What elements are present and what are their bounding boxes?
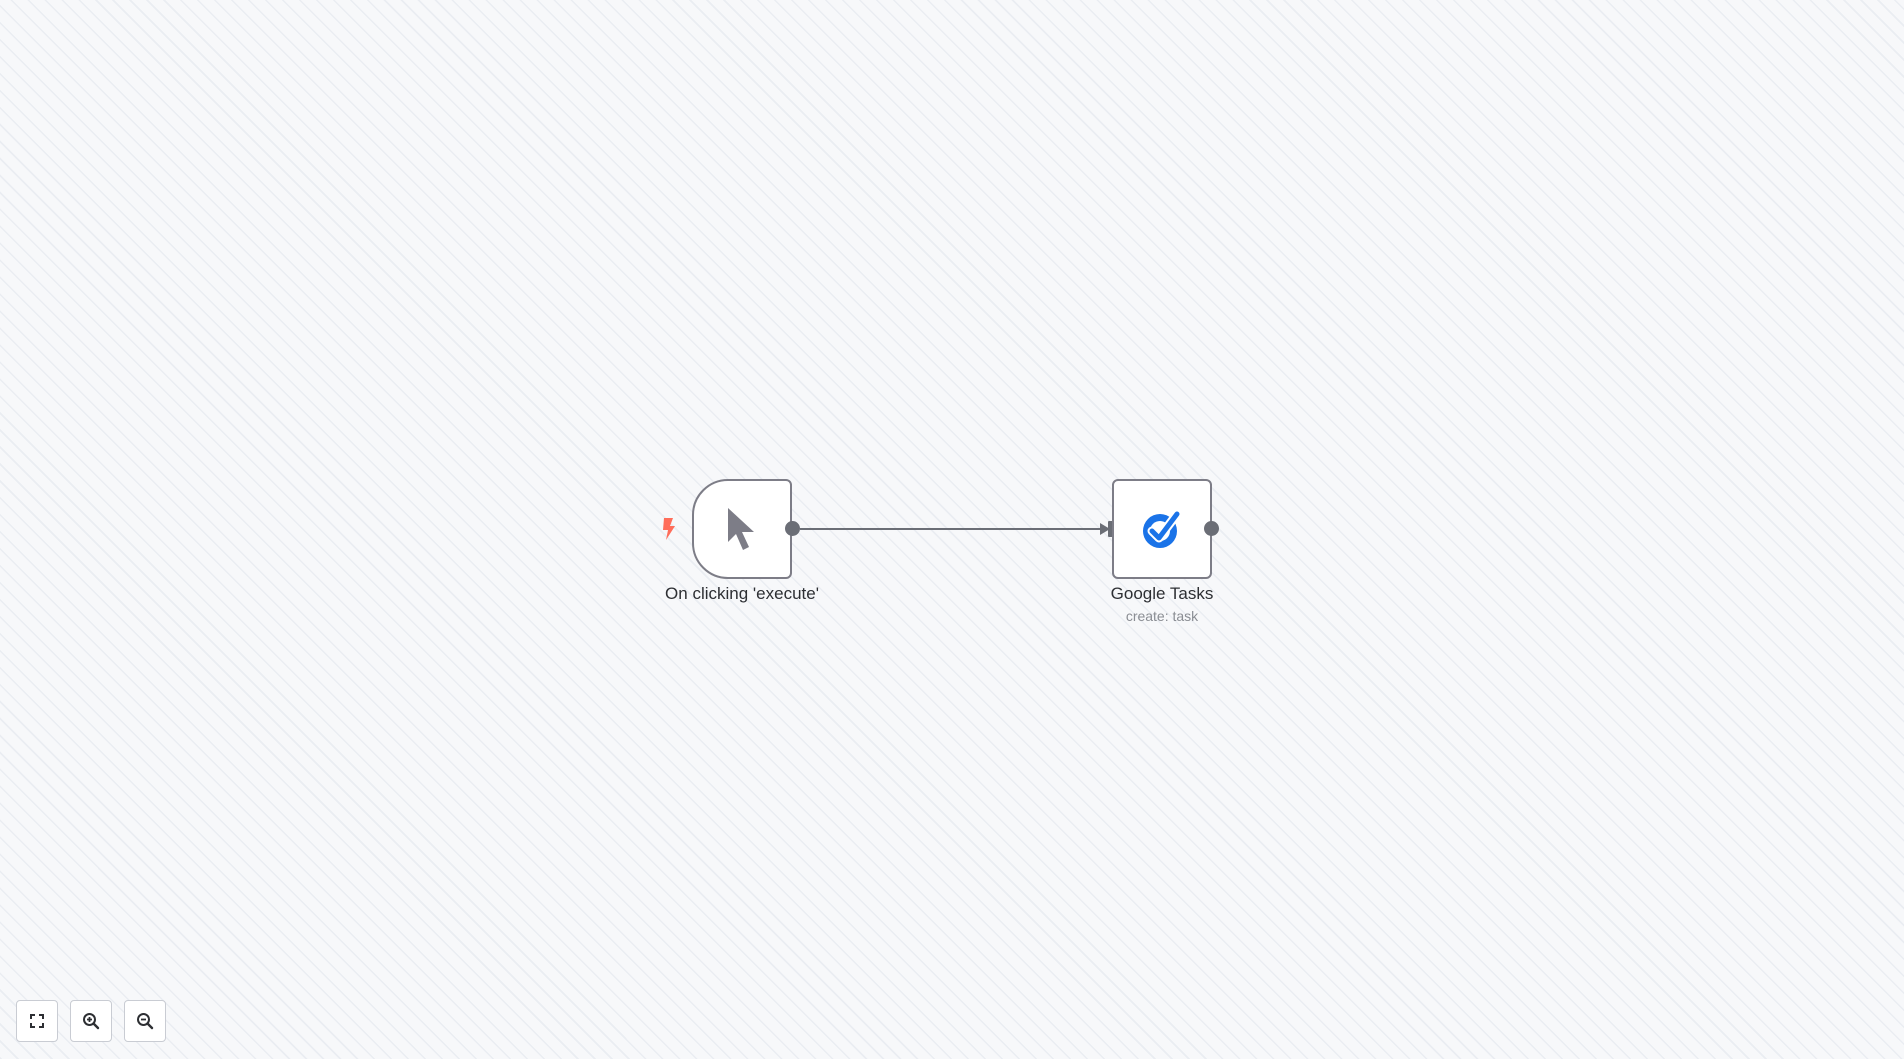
google-tasks-output-handle[interactable] [1204,521,1219,536]
node-subtitle: create: task [1125,608,1199,624]
google-tasks-icon [1143,509,1182,548]
trigger-bolt-icon [663,518,675,540]
zoom-to-fit-button[interactable] [16,1000,58,1042]
node-google-tasks[interactable] [1112,479,1212,579]
zoom-in-icon [83,1013,100,1030]
zoom-out-button[interactable] [124,1000,166,1042]
fit-screen-icon [30,1014,44,1028]
mouse-pointer-icon [728,508,754,550]
node-label: Google Tasks [1110,584,1214,603]
workflow-canvas[interactable]: On clicking 'execute' Google Tasks creat… [0,0,1904,1059]
zoom-out-icon [137,1013,154,1030]
connections-layer [800,523,1110,535]
node-manual-trigger[interactable] [692,479,792,579]
trigger-output-handle[interactable] [785,521,800,536]
canvas-controls [16,1000,166,1042]
zoom-in-button[interactable] [70,1000,112,1042]
node-label: On clicking 'execute' [665,584,819,603]
